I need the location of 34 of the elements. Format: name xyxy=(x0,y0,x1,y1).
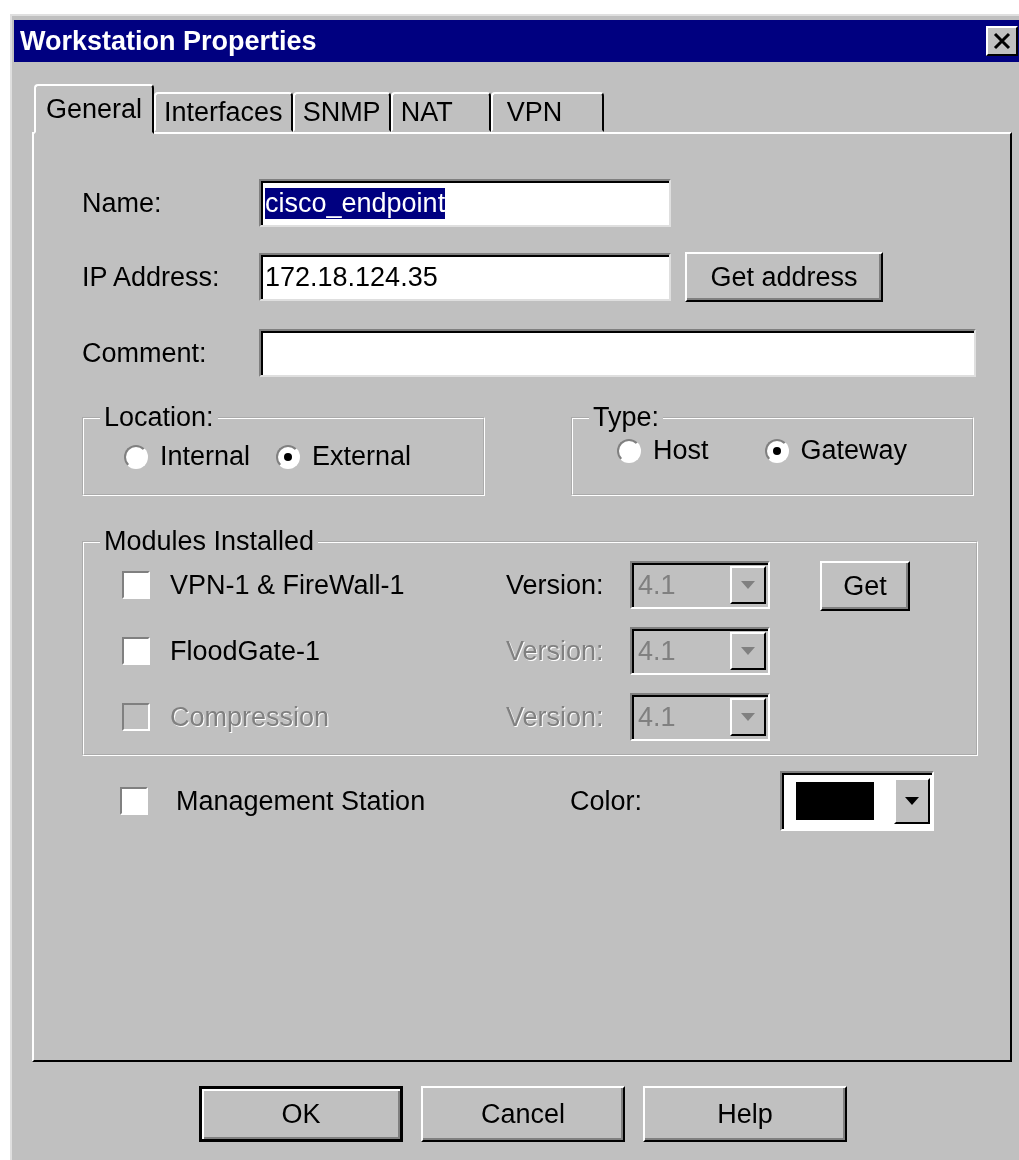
name-field[interactable]: cisco_endpoint xyxy=(259,179,671,227)
dialog-button[interactable]: Help xyxy=(643,1086,847,1142)
field-label: IP Address: xyxy=(82,261,221,293)
checkbox-option[interactable]: VPN-1 & FireWall-1 xyxy=(122,569,506,601)
close-button[interactable] xyxy=(986,26,1018,56)
close-icon xyxy=(991,31,1013,51)
field-label: Name: xyxy=(82,187,163,219)
comment-field[interactable] xyxy=(259,329,976,377)
radio-option[interactable]: External xyxy=(276,441,412,472)
radio-option[interactable]: Internal xyxy=(124,441,251,472)
color-dropdown[interactable] xyxy=(780,771,934,831)
tab[interactable]: Interfaces xyxy=(154,92,293,132)
group-title: Type: xyxy=(593,402,660,432)
get-address-button[interactable]: Get address xyxy=(685,252,883,302)
ip-address-field[interactable]: 172.18.124.35 xyxy=(259,253,671,301)
tab[interactable]: SNMP xyxy=(292,92,391,132)
tab[interactable]: General xyxy=(34,84,155,134)
tab[interactable]: VPN xyxy=(490,92,605,132)
checkbox-option[interactable]: FloodGate-1 xyxy=(122,635,506,667)
radio-option[interactable]: Gateway xyxy=(764,435,908,466)
version-label: Version: xyxy=(506,569,605,601)
checkbox-option[interactable]: Management Station xyxy=(120,785,570,817)
version-label: Version: xyxy=(506,635,605,667)
color-label: Color: xyxy=(570,785,644,817)
group-title: Modules Installed xyxy=(104,526,315,556)
field-label: Comment: xyxy=(82,337,208,369)
dialog-button[interactable]: Cancel xyxy=(421,1086,625,1142)
radio-option[interactable]: Host xyxy=(617,435,709,466)
dialog-button[interactable]: OK xyxy=(199,1086,403,1142)
get-button[interactable]: Get xyxy=(820,561,910,611)
version-label: Version: xyxy=(506,701,605,733)
window-title: Workstation Properties xyxy=(20,25,317,57)
group-title: Location: xyxy=(104,402,214,432)
tab[interactable]: NAT xyxy=(390,92,491,132)
